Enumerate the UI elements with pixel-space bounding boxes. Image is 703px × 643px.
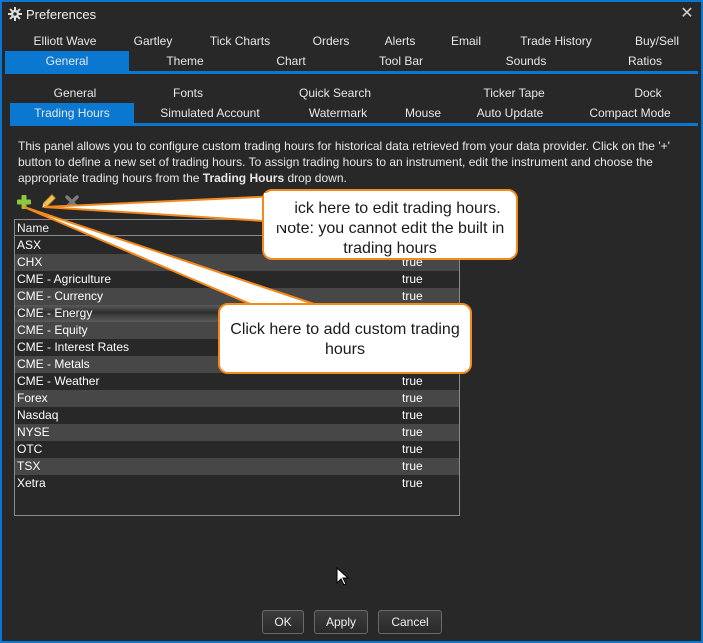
subtab-dock[interactable]: Dock <box>620 83 676 103</box>
row-value: true <box>402 272 423 286</box>
add-callout-text: Click here to add custom trading hours <box>230 321 460 358</box>
row-name: NYSE <box>17 425 50 439</box>
tab-orders[interactable]: Orders <box>303 31 359 51</box>
edit-callout: Click here to edit trading hours. Note: … <box>262 189 518 260</box>
tab-chart[interactable]: Chart <box>261 51 321 71</box>
subtab-fonts[interactable]: Fonts <box>160 83 216 103</box>
subtab-auto-update[interactable]: Auto Update <box>470 103 550 123</box>
row-value: true <box>402 425 423 439</box>
row-value: true <box>402 391 423 405</box>
row-name: CME - Metals <box>17 357 90 371</box>
sub-tabs-underline <box>10 123 698 126</box>
cancel-button[interactable]: Cancel <box>378 610 442 634</box>
tab-tick-charts[interactable]: Tick Charts <box>201 31 279 51</box>
gear-icon <box>8 7 22 21</box>
row-value: true <box>402 459 423 473</box>
plus-icon[interactable] <box>16 194 32 210</box>
table-row[interactable]: CME - Agriculture true <box>15 271 459 288</box>
tab-alerts[interactable]: Alerts <box>375 31 425 51</box>
tab-sounds[interactable]: Sounds <box>491 51 561 71</box>
row-name: Nasdaq <box>17 408 59 422</box>
callout-base-cover <box>264 193 294 225</box>
subtab-quick-search[interactable]: Quick Search <box>290 83 380 103</box>
sub-tabs-row-1: General Fonts Quick Search Ticker Tape D… <box>10 83 698 103</box>
table-row[interactable]: CME - Weather true <box>15 373 459 390</box>
row-value: true <box>402 476 423 490</box>
table-row[interactable]: Nasdaq true <box>15 407 459 424</box>
row-name: CME - Agriculture <box>17 272 112 286</box>
top-tabs-row-1: Elliott Wave Gartley Tick Charts Orders … <box>5 31 698 51</box>
subtab-mouse[interactable]: Mouse <box>396 103 450 123</box>
row-name: CME - Weather <box>17 374 100 388</box>
row-name: CHX <box>17 255 43 269</box>
row-value: true <box>402 374 423 388</box>
subtab-compact-mode[interactable]: Compact Mode <box>584 103 676 123</box>
row-value: true <box>402 442 423 456</box>
table-row[interactable]: TSX true <box>15 458 459 475</box>
tab-trade-history[interactable]: Trade History <box>511 31 601 51</box>
mouse-cursor-icon <box>336 567 350 586</box>
row-name: CME - Equity <box>17 323 88 337</box>
pencil-icon[interactable] <box>40 194 56 210</box>
subtab-trading-hours[interactable]: Trading Hours <box>10 103 134 123</box>
table-row[interactable]: Xetra true <box>15 475 459 492</box>
tab-general[interactable]: General <box>5 51 129 71</box>
row-value: true <box>402 408 423 422</box>
callout-base-cover <box>250 305 330 313</box>
tab-theme[interactable]: Theme <box>145 51 225 71</box>
description-text-2: drop down. <box>284 171 347 185</box>
row-name: OTC <box>17 442 43 456</box>
table-row[interactable]: OTC true <box>15 441 459 458</box>
tab-buy-sell[interactable]: Buy/Sell <box>627 31 687 51</box>
tab-gartley[interactable]: Gartley <box>123 31 183 51</box>
top-tabs-row-2: General Theme Chart Tool Bar Sounds Rati… <box>5 51 698 71</box>
subtab-ticker-tape[interactable]: Ticker Tape <box>474 83 554 103</box>
subtab-simulated-account[interactable]: Simulated Account <box>150 103 270 123</box>
tab-ratios[interactable]: Ratios <box>617 51 673 71</box>
row-name: CME - Currency <box>17 289 104 303</box>
row-name: Xetra <box>17 476 46 490</box>
row-name: Forex <box>17 391 48 405</box>
table-row[interactable]: NYSE true <box>15 424 459 441</box>
row-name: ASX <box>17 238 42 252</box>
sub-tabs-row-2: Trading Hours Simulated Account Watermar… <box>10 103 698 123</box>
subtab-watermark[interactable]: Watermark <box>300 103 376 123</box>
tab-elliott-wave[interactable]: Elliott Wave <box>25 31 105 51</box>
apply-button[interactable]: Apply <box>314 610 368 634</box>
row-name: TSX <box>17 459 41 473</box>
title-bar[interactable]: Preferences ✕ <box>2 2 701 28</box>
close-icon[interactable]: ✕ <box>679 6 695 22</box>
top-tabs-underline <box>5 71 698 74</box>
window-title: Preferences <box>26 7 97 22</box>
edit-callout-text: Click here to edit trading hours. Note: … <box>275 200 505 257</box>
description-bold: Trading Hours <box>202 171 285 185</box>
column-header-name[interactable]: Name <box>17 221 49 235</box>
add-callout: Click here to add custom trading hours <box>218 303 472 374</box>
tab-email[interactable]: Email <box>441 31 491 51</box>
row-name: CME - Energy <box>17 306 93 320</box>
subtab-general[interactable]: General <box>40 83 110 103</box>
table-row[interactable]: Forex true <box>15 390 459 407</box>
tab-tool-bar[interactable]: Tool Bar <box>361 51 441 71</box>
panel-description: This panel allows you to configure custo… <box>18 138 688 186</box>
row-name: CME - Interest Rates <box>17 340 130 354</box>
delete-x-icon[interactable] <box>64 194 80 210</box>
ok-button[interactable]: OK <box>262 610 304 634</box>
